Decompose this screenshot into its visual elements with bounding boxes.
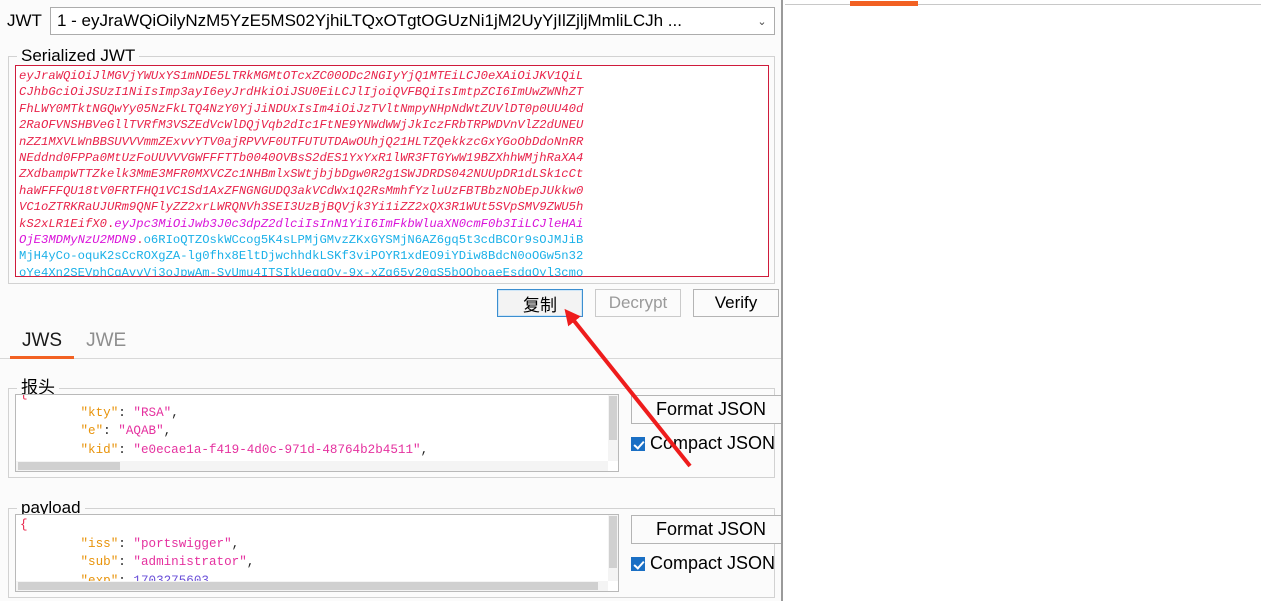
verify-button[interactable]: Verify	[693, 289, 779, 317]
copy-button[interactable]: 复制	[497, 289, 583, 317]
jwt-select-value: 1 - eyJraWQiOilyNzM5YzE5MS02YjhiLTQxOTgt…	[56, 11, 682, 30]
checkbox-checked-icon[interactable]	[631, 436, 645, 451]
decrypt-button[interactable]: Decrypt	[595, 289, 681, 317]
payload-json-hscrollbar[interactable]	[16, 581, 608, 591]
serialized-jwt-content: eyJraWQiOiJlMGVjYWUxYS1mNDE5LTRkMGMtOTcx…	[19, 69, 584, 277]
jwt-label: JWT	[7, 11, 42, 30]
tab-jwe[interactable]: JWE	[74, 330, 138, 358]
payload-compact-json-checkbox[interactable]: Compact JSON	[631, 553, 775, 574]
active-tab-indicator[interactable]	[850, 1, 918, 6]
payload-compact-json-label: Compact JSON	[650, 553, 776, 573]
header-json-vscrollbar[interactable]	[608, 395, 618, 461]
jwt-action-buttons: 复制 Decrypt Verify	[0, 288, 781, 318]
payload-json-controls: Format JSON Compact JSON	[631, 515, 781, 574]
serialized-jwt-textarea[interactable]: eyJraWQiOiJlMGVjYWUxYS1mNDE5LTRkMGMtOTcx…	[15, 65, 769, 277]
header-compact-json-label: Compact JSON	[650, 433, 776, 453]
jws-jwe-tabs: JWS JWE	[0, 326, 781, 359]
jwt-select[interactable]: 1 - eyJraWQiOilyNzM5YzE5MS02YjhiLTQxOTgt…	[49, 7, 775, 35]
payload-group: payload { "iss": "portswigger", "sub": "…	[8, 498, 781, 598]
header-json-box[interactable]: { "kty": "RSA", "e": "AQAB", "kid": "e0e…	[15, 394, 619, 472]
checkbox-checked-icon[interactable]	[631, 556, 645, 571]
jwt-editor-panel: JWT 1 - eyJraWQiOilyNzM5YzE5MS02YjhiLTQx…	[0, 0, 783, 601]
payload-format-json-button[interactable]: Format JSON	[631, 515, 781, 544]
payload-json-content: { "iss": "portswigger", "sub": "administ…	[16, 515, 608, 581]
header-format-json-button[interactable]: Format JSON	[631, 395, 781, 424]
serialized-jwt-group: Serialized JWT eyJraWQiOiJlMGVjYWUxYS1mN…	[8, 46, 775, 284]
jwt-selector-row: JWT 1 - eyJraWQiOilyNzM5YzE5MS02YjhiLTQx…	[0, 5, 781, 37]
chevron-down-icon[interactable]: ⌄	[750, 15, 774, 28]
adjacent-empty-pane	[785, 0, 1261, 601]
header-json-controls: Format JSON Compact JSON	[631, 395, 781, 454]
payload-json-box[interactable]: { "iss": "portswigger", "sub": "administ…	[15, 514, 619, 592]
header-compact-json-checkbox[interactable]: Compact JSON	[631, 433, 775, 454]
header-group: 报头 { "kty": "RSA", "e": "AQAB", "kid": "…	[8, 378, 781, 478]
header-json-content: { "kty": "RSA", "e": "AQAB", "kid": "e0e…	[20, 395, 429, 457]
header-json-hscrollbar[interactable]	[16, 461, 608, 471]
payload-json-vscrollbar[interactable]	[608, 515, 618, 581]
tab-jws[interactable]: JWS	[10, 330, 75, 359]
serialized-jwt-title: Serialized JWT	[17, 46, 140, 66]
